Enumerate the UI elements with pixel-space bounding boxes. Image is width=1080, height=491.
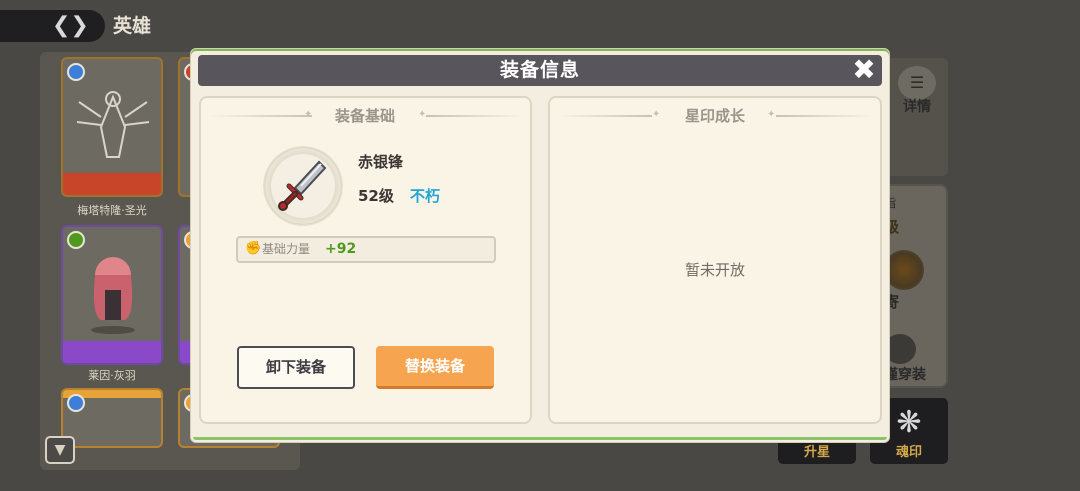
section-divider (776, 115, 874, 117)
equipment-tier: 不朽 (410, 187, 441, 205)
diamond-ornament-icon: ✦ (304, 109, 313, 120)
equipment-orb-icon (884, 250, 924, 290)
triskelion-icon: ❋ (896, 405, 922, 440)
section-divider (558, 115, 652, 117)
equipment-level: 52级 (358, 187, 394, 205)
list-icon[interactable]: ☰ (898, 66, 936, 100)
unequip-button[interactable]: 卸下装备 (237, 346, 355, 389)
stat-value: +92 (325, 241, 357, 257)
hero-card[interactable] (61, 57, 163, 197)
detail-label: 详情 (903, 99, 931, 115)
element-badge-icon (67, 63, 85, 81)
diamond-ornament-icon: ✦ (418, 109, 427, 120)
filter-icon: ▼ (54, 442, 66, 458)
back-arrow-icon: ❮❯ (52, 13, 89, 38)
sword-icon (278, 160, 327, 211)
hero-card[interactable] (61, 225, 163, 365)
dialog-accent-line (193, 437, 887, 440)
section-title: 星印成长 (684, 107, 745, 125)
wear-equipment-label[interactable]: 谨穿装 (884, 364, 926, 384)
diamond-ornament-icon: ✦ (652, 109, 661, 120)
replace-equipment-button[interactable]: 替换装备 (376, 346, 494, 389)
not-available-text: 暂未开放 (684, 261, 745, 279)
fist-icon: ✊ (245, 241, 262, 256)
filter-button[interactable]: ▼ (45, 436, 75, 464)
hero-name: 莱因·灰羽 (88, 369, 136, 382)
hero-portrait-icon (91, 257, 135, 334)
equipment-name: 赤银锋 (358, 153, 404, 171)
rank-band (63, 173, 161, 195)
section-divider (426, 115, 524, 117)
diamond-ornament-icon: ✦ (767, 109, 776, 120)
star-up-label: 升星 (803, 445, 830, 460)
soul-mark-label: 魂印 (895, 445, 922, 460)
hero-card[interactable] (61, 388, 163, 448)
section-title: 装备基础 (334, 107, 395, 125)
close-icon[interactable]: ✖ (850, 56, 878, 84)
hero-name: 梅塔特隆·圣光 (77, 204, 147, 217)
stat-label: 基础力量 (262, 242, 311, 256)
page-title: 英雄 (113, 15, 152, 37)
element-badge-icon (67, 394, 85, 412)
dialog-title: 装备信息 (499, 59, 580, 81)
rank-band (63, 341, 161, 363)
hero-portrait-icon (76, 91, 150, 158)
element-badge-icon (67, 231, 85, 249)
section-divider (209, 115, 312, 117)
